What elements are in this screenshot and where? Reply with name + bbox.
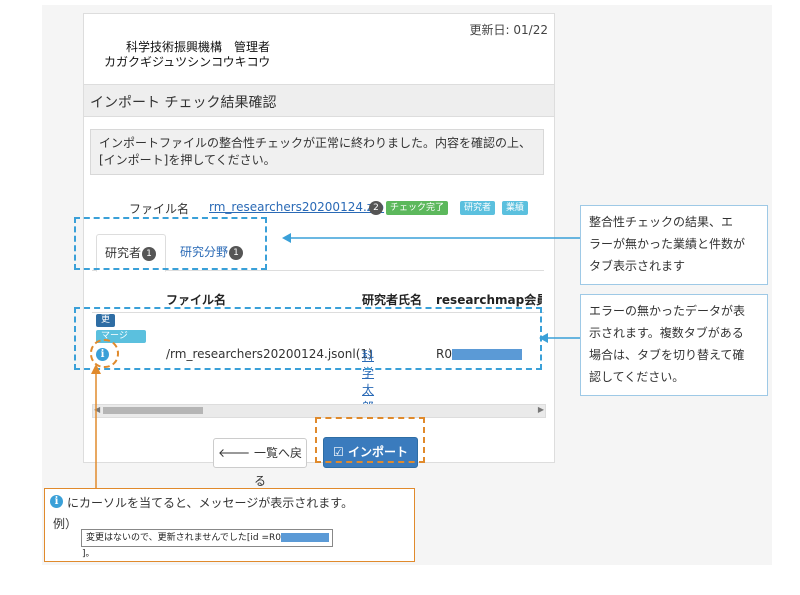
tooltip-sample: 変更はないので、更新されませんでした[id =R0 ]。 (81, 529, 333, 559)
data-callout-line-4: 認してください。 (589, 370, 685, 384)
data-callout-line-1: エラーの無かったデータが表 (589, 304, 746, 318)
tabs-callout-line-1: 整合性チェックの結果、エ (589, 215, 734, 229)
tooltip-note: i にカーソルを当てると、メッセージが表示されます。 例） 変更はないので、更新… (44, 488, 415, 562)
tooltip-sample-text: 変更はないので、更新されませんでした[id =R0 (86, 533, 282, 543)
tooltip-sample-end: ]。 (82, 549, 95, 559)
tabs-callout: 整合性チェックの結果、エ ラーが無かった業績と件数が タブ表示されます (580, 205, 768, 285)
note-example-label: 例） (53, 517, 78, 531)
data-callout-line-3: 場合は、タブを切り替えて確 (589, 348, 745, 362)
note-text: にカーソルを当てると、メッセージが表示されます。 (67, 496, 354, 510)
info-icon-note: i (50, 495, 63, 508)
tabs-callout-line-3: タブ表示されます (589, 259, 686, 273)
redacted-id-sample (281, 533, 330, 542)
data-callout-line-2: 示されます。複数タブがある (589, 326, 744, 340)
data-callout: エラーの無かったデータが表 示されます。複数タブがある 場合は、タブを切り替えて… (580, 294, 768, 396)
tabs-callout-line-2: ラーが無かった業績と件数が (589, 237, 746, 251)
